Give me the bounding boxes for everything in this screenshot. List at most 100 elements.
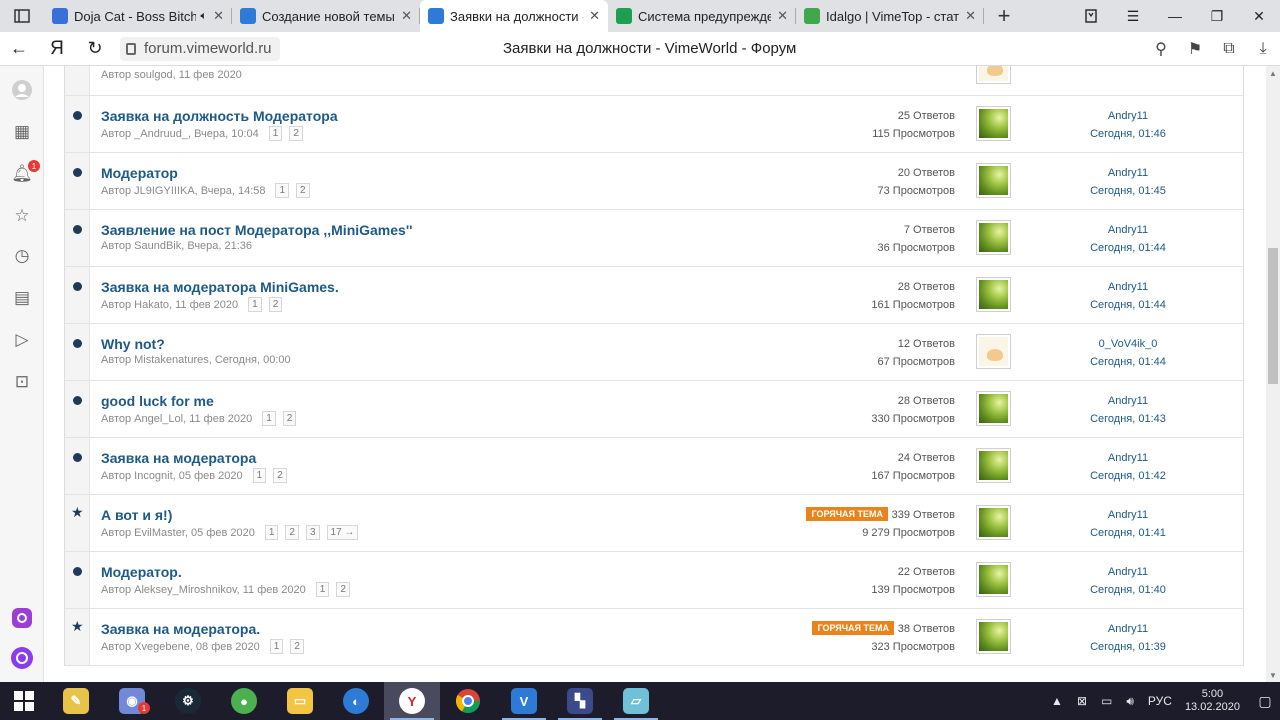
reload-button[interactable]: ↻ bbox=[76, 38, 114, 59]
last-post-time[interactable]: Сегодня, 01:40 bbox=[1055, 581, 1201, 599]
alice-icon[interactable] bbox=[10, 646, 34, 670]
last-poster-name[interactable]: Andry11 bbox=[1055, 278, 1201, 296]
page-link[interactable]: 2 bbox=[289, 126, 303, 141]
thread-title-link[interactable]: Заявка на модератора. bbox=[101, 621, 260, 637]
thread-author[interactable]: Автор soulgod, 11 фев 2020 bbox=[101, 69, 242, 81]
action-center-icon[interactable]: ▢ bbox=[1250, 682, 1280, 720]
thread-title-link[interactable]: А вот и я!) bbox=[101, 507, 172, 523]
back-button[interactable]: ← bbox=[0, 38, 38, 59]
last-poster-avatar[interactable] bbox=[976, 505, 1011, 540]
taskbar-explorer-icon[interactable]: ▭ bbox=[272, 682, 328, 720]
thread-title-link[interactable]: good luck for me bbox=[101, 393, 214, 409]
last-poster-avatar[interactable] bbox=[976, 448, 1011, 483]
taskbar-editor-icon[interactable]: ▚ bbox=[552, 682, 608, 720]
page-link[interactable]: 2 bbox=[282, 411, 297, 426]
last-post-time[interactable]: Сегодня, 01:44 bbox=[1055, 296, 1201, 314]
thread-author[interactable]: Автор Mistakenatures, Сегодня, 00:00 bbox=[101, 354, 291, 366]
last-post-time[interactable]: Сегодня, 01:43 bbox=[1055, 410, 1201, 428]
taskbar-yandex-browser-icon[interactable]: Y bbox=[384, 682, 440, 720]
thread-author[interactable]: Автор JL9IGYIIIKA, Вчера, 14:58 bbox=[101, 185, 265, 197]
page-link[interactable]: 1 bbox=[264, 525, 279, 540]
minimize-button[interactable]: — bbox=[1154, 0, 1196, 32]
last-poster-avatar[interactable] bbox=[976, 220, 1011, 255]
last-post-time[interactable]: Сегодня, 01:44 bbox=[1055, 239, 1201, 257]
last-poster-name[interactable]: Andry11 bbox=[1055, 221, 1201, 239]
page-link[interactable]: 2 bbox=[290, 639, 304, 654]
tab-close-icon[interactable]: ✕ bbox=[965, 8, 976, 24]
tab-close-icon[interactable]: ✕ bbox=[589, 8, 600, 24]
tab-close-icon[interactable]: ✕ bbox=[777, 8, 788, 24]
tab-close-icon[interactable]: ✕ bbox=[401, 8, 412, 24]
messenger-icon[interactable] bbox=[10, 606, 34, 630]
page-link[interactable]: 3 bbox=[305, 525, 320, 540]
tab-audio-icon[interactable]: 🔈︎ bbox=[200, 10, 207, 23]
scroll-down-arrow[interactable]: ▼ bbox=[1266, 668, 1280, 682]
tab-1[interactable]: Создание новой темы - Vi ✕ bbox=[232, 0, 420, 32]
bookmark-icon[interactable]: ⚑ bbox=[1178, 39, 1212, 59]
profile-icon[interactable] bbox=[10, 78, 34, 102]
last-poster-name[interactable]: Andry11 bbox=[1055, 449, 1201, 467]
new-tab-button[interactable]: + bbox=[984, 0, 1024, 32]
sidebar-toggle-button[interactable] bbox=[0, 0, 44, 32]
last-poster-avatar[interactable] bbox=[976, 619, 1011, 654]
last-post-time[interactable]: Сегодня, 01:41 bbox=[1055, 524, 1201, 542]
tab-3[interactable]: Система предупреждений ✕ bbox=[608, 0, 796, 32]
thread-author[interactable]: Автор SaundBik, Вчера, 21:36 bbox=[101, 240, 252, 252]
search-icon[interactable]: ⚲ bbox=[1144, 39, 1178, 59]
collections-icon[interactable]: ⊡ bbox=[10, 370, 34, 394]
page-link[interactable]: 1 bbox=[315, 582, 330, 597]
last-post-time[interactable]: Сегодня, 01:42 bbox=[1055, 467, 1201, 485]
last-poster-name[interactable]: Andry11 bbox=[1055, 506, 1201, 524]
last-poster-name[interactable]: Andry11 bbox=[1055, 164, 1201, 182]
last-poster-avatar[interactable] bbox=[976, 66, 1011, 84]
last-post-time[interactable]: Сегодня, 01:48 bbox=[1055, 66, 1201, 68]
thread-title-link[interactable]: Заявка на модератора MiniGames. bbox=[101, 279, 339, 295]
translate-icon[interactable]: ⧉ bbox=[1212, 40, 1246, 58]
thread-title-link[interactable]: Заявление на пост Модератора ,,MiniGames… bbox=[101, 222, 413, 238]
tableau-icon[interactable]: ▦ bbox=[10, 120, 34, 144]
last-poster-avatar[interactable] bbox=[976, 106, 1011, 141]
taskbar-vimeworld-icon[interactable]: V bbox=[496, 682, 552, 720]
last-poster-avatar[interactable] bbox=[976, 391, 1011, 426]
last-poster-name[interactable]: Andry11 bbox=[1055, 620, 1201, 638]
start-button[interactable] bbox=[0, 682, 48, 720]
scroll-thumb[interactable] bbox=[1268, 248, 1278, 384]
page-link[interactable]: 1 bbox=[252, 468, 267, 483]
taskbar-minecraft-launcher-icon[interactable]: ● bbox=[216, 682, 272, 720]
last-post-time[interactable]: Сегодня, 01:46 bbox=[1055, 125, 1201, 143]
network-icon[interactable]: ⊠ bbox=[1077, 694, 1087, 708]
clock[interactable]: 5:00 13.02.2020 bbox=[1185, 688, 1240, 714]
last-poster-name[interactable]: 0_VoV4ik_0 bbox=[1055, 335, 1201, 353]
monitor-icon[interactable]: ▭ bbox=[1101, 694, 1112, 708]
page-link[interactable]: 1 bbox=[248, 297, 262, 312]
menu-icon[interactable]: ☰ bbox=[1112, 0, 1154, 32]
volume-icon[interactable]: 🔊︎ bbox=[1126, 694, 1134, 709]
tab-0[interactable]: Doja Cat - Boss Bitch 🔈︎ ✕ bbox=[44, 0, 232, 32]
tab-close-icon[interactable]: ✕ bbox=[213, 8, 224, 24]
last-poster-name[interactable]: Andry11 bbox=[1055, 107, 1201, 125]
thread-title-link[interactable]: Модератор bbox=[101, 165, 178, 181]
page-link[interactable]: 1 bbox=[275, 183, 290, 198]
page-link[interactable]: 2 bbox=[285, 525, 299, 540]
last-poster-avatar[interactable] bbox=[976, 163, 1011, 198]
bookmarks-icon[interactable]: ☆ bbox=[10, 204, 34, 228]
last-poster-avatar[interactable] bbox=[976, 277, 1011, 312]
history-icon[interactable]: ◷ bbox=[10, 244, 34, 268]
thread-title-link[interactable]: Модератор. bbox=[101, 564, 182, 580]
url-field[interactable]: forum.vimeworld.ru bbox=[120, 36, 280, 61]
thread-author[interactable]: Автор Aleksey_Miroshnikov, 11 фев 2020 bbox=[101, 584, 306, 596]
tab-2[interactable]: Заявки на должности - Vi ✕ bbox=[420, 0, 608, 32]
tray-expand-icon[interactable]: ▲ bbox=[1051, 694, 1063, 708]
thread-author[interactable]: Автор Incognit, 05 фев 2020 bbox=[101, 470, 243, 482]
page-link[interactable]: 1 bbox=[269, 639, 284, 654]
close-window-button[interactable]: ✕ bbox=[1238, 0, 1280, 32]
taskbar-chrome-icon[interactable] bbox=[440, 682, 496, 720]
thread-author[interactable]: Автор Xvegebene, 08 фев 2020 bbox=[101, 641, 260, 653]
last-poster-name[interactable]: Andry11 bbox=[1055, 563, 1201, 581]
thread-author[interactable]: Автор _Andruud_, Вчера, 10:04 bbox=[101, 128, 259, 140]
taskbar-discord-icon[interactable]: ◉ 1 bbox=[104, 682, 160, 720]
downloads-icon[interactable]: ⤓ bbox=[1246, 40, 1280, 58]
restore-button[interactable]: ❐ bbox=[1196, 0, 1238, 32]
last-post-time[interactable]: Сегодня, 01:39 bbox=[1055, 638, 1201, 656]
taskbar-notes-icon[interactable]: ▱ bbox=[608, 682, 664, 720]
